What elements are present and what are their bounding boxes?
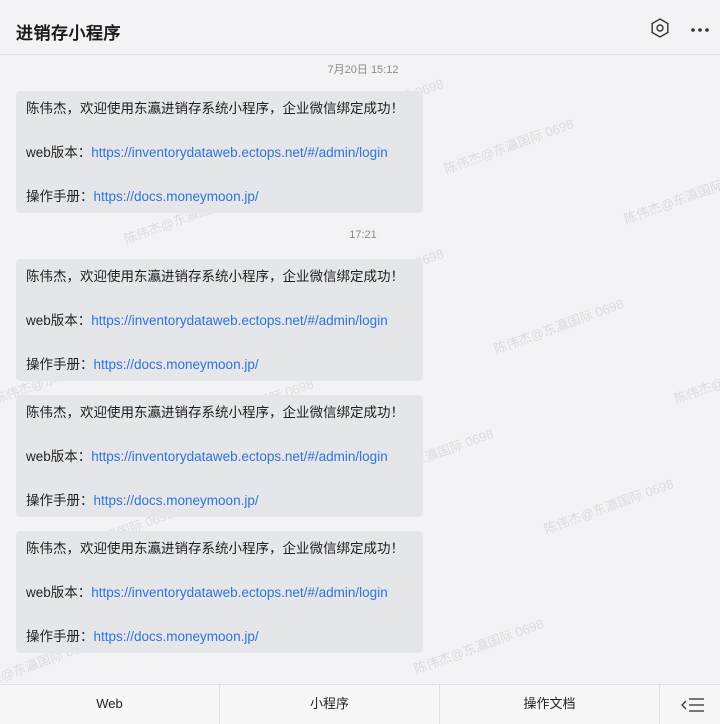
page-title: 进销存小程序: [16, 24, 121, 43]
chat-area[interactable]: 陈伟杰@东瀛国际 0698 陈伟杰@东瀛国际 0698 陈伟杰@东瀛国际 069…: [0, 56, 720, 684]
manual-link[interactable]: https://docs.moneymoon.jp/: [94, 493, 259, 508]
manual-label: 操作手册：: [26, 357, 94, 372]
message-bubble: 陈伟杰，欢迎使用东瀛进销存系统小程序，企业微信绑定成功！ web版本：https…: [16, 91, 423, 213]
greeting-text: 陈伟杰，欢迎使用东瀛进销存系统小程序，企业微信绑定成功！: [26, 405, 404, 420]
watermark: 陈伟杰@东瀛国际 0698: [491, 296, 626, 357]
greeting-text: 陈伟杰，欢迎使用东瀛进销存系统小程序，企业微信绑定成功！: [26, 541, 404, 556]
manual-label: 操作手册：: [26, 629, 94, 644]
web-link[interactable]: https://inventorydataweb.ectops.net/#/ad…: [91, 585, 387, 600]
manual-link[interactable]: https://docs.moneymoon.jp/: [94, 357, 259, 372]
app-header: 进销存小程序: [0, 0, 720, 55]
more-icon[interactable]: [689, 17, 711, 39]
web-link[interactable]: https://inventorydataweb.ectops.net/#/ad…: [91, 145, 387, 160]
greeting-text: 陈伟杰，欢迎使用东瀛进销存系统小程序，企业微信绑定成功！: [26, 269, 404, 284]
web-label: web版本：: [26, 449, 92, 464]
web-label: web版本：: [26, 145, 92, 160]
manual-label: 操作手册：: [26, 493, 94, 508]
greeting-text: 陈伟杰，欢迎使用东瀛进销存系统小程序，企业微信绑定成功！: [26, 101, 404, 116]
menu-tab-mini-program[interactable]: 小程序: [220, 685, 440, 724]
message-bubble: 陈伟杰，欢迎使用东瀛进销存系统小程序，企业微信绑定成功！ web版本：https…: [16, 395, 423, 517]
manual-link[interactable]: https://docs.moneymoon.jp/: [94, 629, 259, 644]
menu-tab-web[interactable]: Web: [0, 685, 220, 724]
manual-label: 操作手册：: [26, 189, 94, 204]
message-bubble: 陈伟杰，欢迎使用东瀛进销存系统小程序，企业微信绑定成功！ web版本：https…: [16, 259, 423, 381]
web-label: web版本：: [26, 585, 92, 600]
web-link[interactable]: https://inventorydataweb.ectops.net/#/ad…: [91, 449, 387, 464]
watermark: 陈伟杰@东瀛国际 0698: [621, 166, 720, 227]
web-label: web版本：: [26, 313, 92, 328]
web-link[interactable]: https://inventorydataweb.ectops.net/#/ad…: [91, 313, 387, 328]
watermark: 陈伟杰@东瀛国际 0698: [541, 476, 676, 537]
message-timestamp: 17:21: [349, 229, 377, 241]
menu-toggle-icon[interactable]: [680, 696, 706, 714]
watermark: 陈伟杰@东瀛国际 0698: [411, 616, 546, 677]
message-bubble: 陈伟杰，欢迎使用东瀛进销存系统小程序，企业微信绑定成功！ web版本：https…: [16, 531, 423, 653]
watermark: 陈伟杰@东瀛国际 0698: [441, 116, 576, 177]
manual-link[interactable]: https://docs.moneymoon.jp/: [94, 189, 259, 204]
menu-tab-docs[interactable]: 操作文档: [440, 685, 660, 724]
bottom-menu-bar: Web 小程序 操作文档: [0, 684, 720, 724]
settings-icon[interactable]: [649, 17, 671, 39]
message-timestamp: 7月20日 15:12: [327, 64, 399, 76]
watermark: 陈伟杰@东瀛国际 0698: [671, 346, 720, 407]
